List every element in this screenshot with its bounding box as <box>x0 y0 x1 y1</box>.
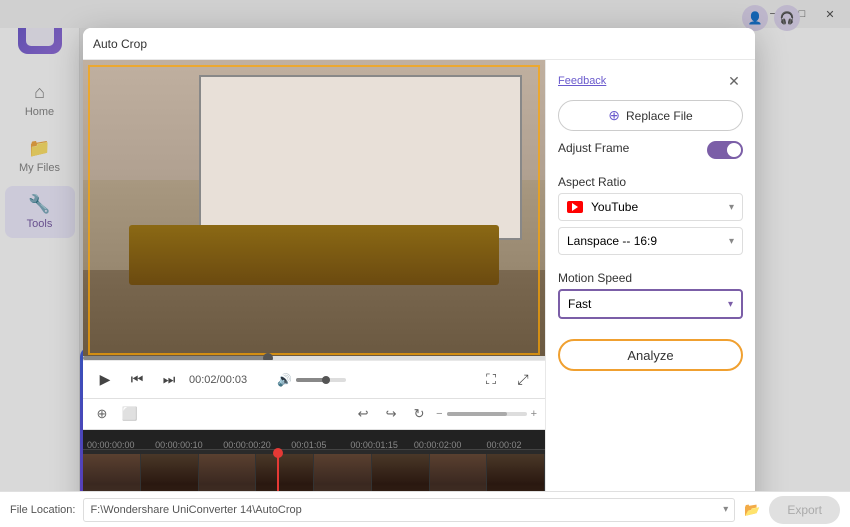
motion-speed-section: Motion Speed Fast ▾ <box>558 271 743 329</box>
youtube-icon <box>567 201 583 213</box>
zoom-out-icon[interactable]: − <box>436 408 442 420</box>
replace-icon: ⊕ <box>608 107 620 124</box>
timeline-toolbar: ⊕ ⬜ ↩ ↪ ↻ − + <box>83 398 545 430</box>
zoom-slider[interactable] <box>447 412 527 416</box>
toggle-knob <box>727 143 741 157</box>
dropdown-row: YouTube <box>567 200 638 214</box>
motion-speed-chevron: ▾ <box>728 299 733 310</box>
adjust-frame-label: Adjust Frame <box>558 141 629 155</box>
dropdown-chevron: ▾ <box>729 202 734 213</box>
replace-label: Replace File <box>626 109 693 123</box>
file-path-chevron: ▾ <box>723 504 728 515</box>
panel-close-btn[interactable]: ✕ <box>725 72 743 90</box>
crop-overlay <box>83 60 545 360</box>
ruler-mark-0: 00:00:00:00 <box>87 440 135 450</box>
dropdown-chevron-2: ▾ <box>729 236 734 247</box>
aspect-ratio-section: Aspect Ratio YouTube ▾ Lanspace -- 16:9 … <box>558 175 743 261</box>
video-progress-bar[interactable] <box>83 356 545 360</box>
ruler-mark-6: 00:00:02 <box>487 440 522 450</box>
undo-btn[interactable]: ↩ <box>352 403 374 425</box>
timeline-ruler: 00:00:00:00 00:00:00:10 00:00:00:20 00:0… <box>83 430 545 450</box>
feedback-link[interactable]: Feedback <box>558 75 606 87</box>
modal-body: ▶ ⏮ ⏭ 00:02/00:03 🔊 ⛶ ⤢ ⊕ ⬜ <box>83 60 755 518</box>
fullscreen-btn[interactable]: ⛶ <box>479 368 503 392</box>
volume-thumb[interactable] <box>322 376 330 384</box>
volume-control[interactable]: 🔊 <box>277 373 346 387</box>
motion-speed-dropdown[interactable]: Fast ▾ <box>558 289 743 319</box>
motion-speed-label: Motion Speed <box>558 271 743 285</box>
file-location-label: File Location: <box>10 504 75 516</box>
crop-border <box>88 65 540 355</box>
expand-btn[interactable]: ⤢ <box>511 368 535 392</box>
zoom-fill <box>447 412 507 416</box>
ruler-mark-4: 00:00:01:15 <box>350 440 398 450</box>
analyze-btn[interactable]: Analyze <box>558 339 743 371</box>
ruler-mark-5: 00:00:02:00 <box>414 440 462 450</box>
aspect-ratio-dropdown[interactable]: YouTube ▾ <box>558 193 743 221</box>
adjust-frame-row: Adjust Frame <box>558 141 743 159</box>
modal-right-panel: Feedback ✕ ⊕ Replace File Adjust Frame A… <box>545 60 755 518</box>
aspect-ratio-value: YouTube <box>591 200 638 214</box>
ruler-mark-3: 00:01:05 <box>291 440 326 450</box>
play-btn[interactable]: ▶ <box>93 368 117 392</box>
zoom-control[interactable]: − + <box>436 408 537 420</box>
replace-file-btn[interactable]: ⊕ Replace File <box>558 100 743 131</box>
file-path-select[interactable]: F:\Wondershare UniConverter 14\AutoCrop … <box>83 498 735 522</box>
modal-titlebar: Auto Crop <box>83 28 755 60</box>
file-path-value: F:\Wondershare UniConverter 14\AutoCrop <box>90 504 301 516</box>
video-progress-thumb[interactable] <box>263 353 273 360</box>
yt-play-icon <box>572 203 578 211</box>
aspect-ratio-sub-value: Lanspace -- 16:9 <box>567 234 657 248</box>
adjust-frame-toggle[interactable] <box>707 141 743 159</box>
split-btn[interactable]: ⬜ <box>119 403 141 425</box>
redo-btn[interactable]: ↪ <box>380 403 402 425</box>
video-area <box>83 60 545 360</box>
ruler-mark-1: 00:00:00:10 <box>155 440 203 450</box>
time-display: 00:02/00:03 <box>189 374 269 386</box>
zoom-in-icon[interactable]: + <box>531 408 537 420</box>
aspect-ratio-label: Aspect Ratio <box>558 175 743 189</box>
bottom-bar: File Location: F:\Wondershare UniConvert… <box>0 491 850 527</box>
video-progress-fill <box>83 356 268 360</box>
folder-icon[interactable]: 📂 <box>743 501 761 519</box>
motion-speed-value: Fast <box>568 297 591 311</box>
aspect-ratio-sub-dropdown[interactable]: Lanspace -- 16:9 ▾ <box>558 227 743 255</box>
video-controls: ▶ ⏮ ⏭ 00:02/00:03 🔊 ⛶ ⤢ <box>83 360 545 398</box>
export-btn[interactable]: Export <box>769 496 840 524</box>
volume-icon: 🔊 <box>277 373 292 387</box>
refresh-btn[interactable]: ↻ <box>408 403 430 425</box>
prev-btn[interactable]: ⏮ <box>125 368 149 392</box>
panel-header: Feedback ✕ <box>558 72 743 90</box>
volume-slider[interactable] <box>296 378 346 382</box>
video-section: ▶ ⏮ ⏭ 00:02/00:03 🔊 ⛶ ⤢ ⊕ ⬜ <box>83 60 545 518</box>
autocrop-modal: Auto Crop <box>83 28 755 518</box>
next-btn[interactable]: ⏭ <box>157 368 181 392</box>
ruler-mark-2: 00:00:00:20 <box>223 440 271 450</box>
add-track-btn[interactable]: ⊕ <box>91 403 113 425</box>
playhead-marker <box>273 448 283 458</box>
modal-title: Auto Crop <box>93 37 147 51</box>
